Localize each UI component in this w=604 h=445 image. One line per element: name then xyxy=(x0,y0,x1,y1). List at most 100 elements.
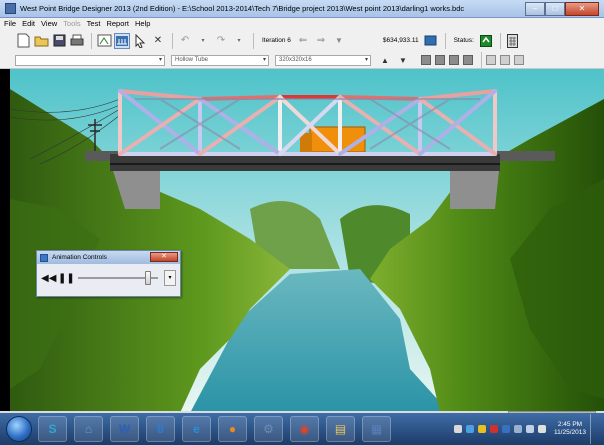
start-button[interactable] xyxy=(6,416,32,442)
main-toolbar: ✕ ↶ ▾ ↷ ▾ Iteration 6 ⇐ ⇒ ▼ $634,933.11 … xyxy=(0,29,604,52)
increase-size-icon[interactable]: ▲ xyxy=(377,52,393,68)
toolbar-separator xyxy=(172,32,173,49)
next-iteration-icon[interactable]: ⇒ xyxy=(313,33,329,49)
redo-dropdown-icon[interactable]: ▾ xyxy=(231,33,247,49)
taskbar-s-app-button[interactable]: S xyxy=(38,416,67,442)
tray-flag-icon[interactable] xyxy=(513,425,522,433)
close-button[interactable]: ✕ xyxy=(565,1,599,16)
toolbar-separator xyxy=(444,32,446,49)
animation-icon xyxy=(40,253,48,262)
select-tool-icon[interactable] xyxy=(132,33,148,49)
grid-coarse-icon[interactable] xyxy=(486,55,496,65)
save-icon[interactable] xyxy=(51,33,67,49)
previous-iteration-icon[interactable]: ⇐ xyxy=(295,33,311,49)
pause-icon[interactable]: ❚❚ xyxy=(58,273,75,284)
menu-tools[interactable]: Tools xyxy=(63,19,81,28)
menu-file[interactable]: File xyxy=(4,19,16,28)
iteration-dropdown-icon[interactable]: ▼ xyxy=(331,33,347,49)
show-desktop-button[interactable] xyxy=(590,414,598,444)
taskbar-word-app-button[interactable]: W xyxy=(110,416,139,442)
taskbar-media-app-button[interactable]: ● xyxy=(218,416,247,442)
tray-app-icon[interactable] xyxy=(477,425,486,433)
decrease-size-icon[interactable]: ▼ xyxy=(395,52,411,68)
grid-fine-icon[interactable] xyxy=(514,55,524,65)
section-select[interactable]: Hollow Tube ▾ xyxy=(171,54,269,66)
menu-view[interactable]: View xyxy=(41,19,57,28)
tray-arrow-icon[interactable] xyxy=(453,425,462,433)
redo-icon[interactable]: ↷ xyxy=(213,33,229,49)
ie-app-icon: e xyxy=(193,422,200,436)
bridge-3d-scene xyxy=(10,69,604,413)
member-toolbar: ▾ Hollow Tube ▾ 320x320x16 ▾ ▲ ▼ xyxy=(0,52,604,69)
delete-icon[interactable]: ✕ xyxy=(150,33,166,49)
size-select-value: 320x320x16 xyxy=(279,56,312,63)
open-folder-icon[interactable] xyxy=(33,33,49,49)
member-list-icon[interactable] xyxy=(421,55,431,65)
taskbar-ie-app-button[interactable]: e xyxy=(182,416,211,442)
tray-wifi-icon[interactable] xyxy=(525,425,534,433)
cost-report-icon[interactable] xyxy=(423,33,439,49)
animation-options-dropdown[interactable]: ▾ xyxy=(164,270,176,286)
drawing-board-icon[interactable] xyxy=(96,33,112,49)
animation-speed-slider[interactable] xyxy=(78,270,158,286)
taskbar-bridge-app-button[interactable]: ▦ xyxy=(362,416,391,442)
load-test-icon[interactable] xyxy=(114,32,130,49)
member-table-icon[interactable] xyxy=(435,55,445,65)
chrome-app-icon: ◉ xyxy=(299,422,310,436)
chevron-down-icon: ▾ xyxy=(158,56,162,63)
taskbar-explorer-app-button[interactable]: ⌂ xyxy=(74,416,103,442)
system-clock[interactable]: 2:45 PM 11/25/2013 xyxy=(554,421,586,437)
chevron-down-icon: ▾ xyxy=(262,56,266,63)
minimize-button[interactable]: – xyxy=(525,1,545,16)
menu-edit[interactable]: Edit xyxy=(22,19,35,28)
toolbar-separator xyxy=(91,32,92,49)
s-app-icon: S xyxy=(48,422,57,436)
window-controls: – □ ✕ xyxy=(525,1,599,16)
size-select[interactable]: 320x320x16 ▾ xyxy=(275,54,371,66)
bridge-animation-view[interactable] xyxy=(10,69,604,413)
taskbar-g-app-button[interactable]: 8 xyxy=(146,416,175,442)
taskbar: S ⌂ W 8 e ● ⚙ ◉ ▤ ▦ 2:45 PM 11/25/2013 xyxy=(0,413,604,445)
member-properties-icon[interactable] xyxy=(463,55,473,65)
animation-controls-title: Animation Controls xyxy=(52,254,107,261)
slider-thumb[interactable] xyxy=(144,271,151,285)
section-select-value: Hollow Tube xyxy=(175,56,209,63)
status-label: Status: xyxy=(453,37,474,44)
bridge-app-icon: ▦ xyxy=(370,422,383,436)
taskbar-apps: S ⌂ W 8 e ● ⚙ ◉ ▤ ▦ xyxy=(38,416,398,442)
new-file-icon[interactable] xyxy=(15,33,31,49)
animation-close-button[interactable]: ✕ xyxy=(150,252,178,262)
taskbar-folder-app-button[interactable]: ▤ xyxy=(326,416,355,442)
menu-bar: File Edit View Tools Test Report Help xyxy=(0,18,604,29)
material-select[interactable]: ▾ xyxy=(15,54,165,66)
menu-help[interactable]: Help xyxy=(135,19,150,28)
title-bar: West Point Bridge Designer 2013 (2nd Edi… xyxy=(0,0,604,18)
status-passed-icon[interactable] xyxy=(478,33,494,49)
clock-date: 11/25/2013 xyxy=(553,429,586,436)
member-details-icon[interactable] xyxy=(449,55,459,65)
right-approach xyxy=(495,151,555,161)
animation-controls-body: ◀◀ ❚❚ ▾ xyxy=(37,264,180,292)
maximize-button[interactable]: □ xyxy=(545,1,565,16)
tray-network-icon[interactable] xyxy=(465,425,474,433)
print-icon[interactable] xyxy=(69,33,85,49)
calculator-icon[interactable] xyxy=(505,33,521,49)
menu-report[interactable]: Report xyxy=(106,19,129,28)
animation-controls-titlebar[interactable]: Animation Controls ✕ xyxy=(37,251,180,264)
undo-dropdown-icon[interactable]: ▾ xyxy=(195,33,211,49)
iteration-label[interactable]: Iteration 6 xyxy=(262,37,291,44)
tray-shield-icon[interactable] xyxy=(501,425,510,433)
bridge-deck xyxy=(110,154,500,171)
settings-app-icon: ⚙ xyxy=(263,422,274,436)
animation-controls-panel[interactable]: Animation Controls ✕ ◀◀ ❚❚ ▾ xyxy=(36,250,181,297)
menu-test[interactable]: Test xyxy=(87,19,101,28)
tray-volume-icon[interactable] xyxy=(537,425,546,433)
word-app-icon: W xyxy=(118,422,131,436)
grid-medium-icon[interactable] xyxy=(500,55,510,65)
tray-security-icon[interactable] xyxy=(489,425,498,433)
undo-icon[interactable]: ↶ xyxy=(177,33,193,49)
taskbar-settings-app-button[interactable]: ⚙ xyxy=(254,416,283,442)
taskbar-chrome-app-button[interactable]: ◉ xyxy=(290,416,319,442)
clock-time: 2:45 PM xyxy=(557,421,583,428)
rewind-icon[interactable]: ◀◀ xyxy=(41,273,56,284)
